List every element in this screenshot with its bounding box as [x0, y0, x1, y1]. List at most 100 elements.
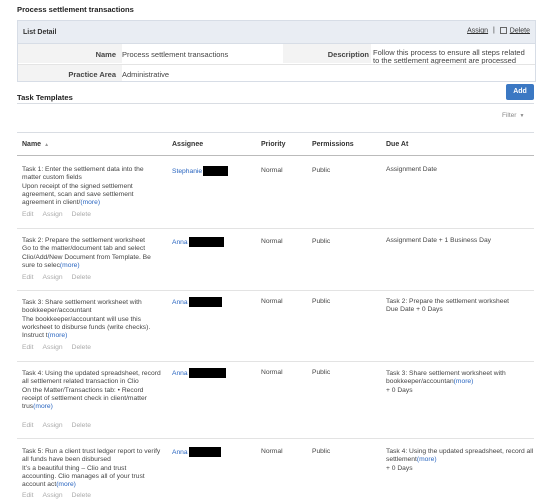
task-title: Task 2: Prepare the settlement worksheet — [22, 237, 146, 244]
assign-link[interactable]: Assign — [43, 492, 63, 499]
section-divider — [17, 103, 534, 104]
assignee-name: Stephanie — [172, 167, 203, 175]
row-divider — [17, 361, 534, 362]
assignee-name: Anna — [172, 298, 188, 306]
redaction-block — [188, 237, 224, 247]
row-divider — [17, 438, 534, 439]
task-body: Go to the matter/document tab and select… — [22, 245, 151, 269]
delete-link[interactable]: Delete — [72, 422, 91, 429]
task-body: It’s a beautiful thing – Clio and trust … — [22, 464, 145, 489]
permissions-value: Public — [312, 448, 331, 455]
permissions-value: Public — [312, 369, 331, 376]
row-actions: Edit Assign Delete — [22, 274, 100, 281]
list-detail-actions: Assign | Delete — [467, 27, 530, 34]
delete-link[interactable]: Delete — [72, 344, 91, 351]
due-at-value: Task 4: Using the updated spreadsheet, r… — [386, 448, 536, 473]
list-detail-panel: List Detail Assign | Delete Name Process… — [17, 20, 536, 82]
add-button[interactable]: Add — [506, 84, 534, 100]
priority-value: Normal — [261, 369, 283, 376]
assignee-name: Anna — [172, 369, 188, 377]
assign-link[interactable]: Assign — [43, 211, 63, 218]
task-title: Task 1: Enter the settlement data into t… — [22, 166, 144, 182]
redaction-block — [188, 447, 221, 457]
redaction-block — [188, 297, 222, 307]
header-divider — [17, 155, 534, 156]
priority-value: Normal — [261, 238, 283, 245]
detail-row-name: Name Process settlement transactions Des… — [18, 44, 535, 65]
caret-down-icon: ▼ — [519, 113, 525, 119]
row-actions: Edit Assign Delete — [22, 344, 100, 351]
column-header-label: Name — [22, 141, 42, 148]
task-description: Task 4: Using the updated spreadsheet, r… — [22, 370, 162, 411]
row-actions: Edit Assign Delete — [22, 422, 100, 429]
priority-value: Normal — [261, 298, 283, 305]
detail-row-practice: Practice Area Administrative — [18, 64, 535, 82]
row-divider — [17, 290, 534, 291]
edit-link[interactable]: Edit — [22, 422, 34, 429]
page-title: Process settlement transactions — [17, 5, 134, 14]
table-top-border — [17, 132, 534, 133]
due-main: Task 4: Using the updated spreadsheet, r… — [386, 448, 534, 464]
more-link[interactable]: (more) — [56, 481, 76, 488]
practice-area-label: Practice Area — [68, 70, 116, 79]
more-link[interactable]: (more) — [417, 456, 437, 463]
delete-link[interactable]: Delete — [72, 492, 91, 499]
priority-value: Normal — [261, 448, 283, 455]
more-link[interactable]: (more) — [33, 403, 53, 410]
permissions-value: Public — [312, 167, 331, 174]
delete-link[interactable]: Delete — [510, 27, 530, 34]
assign-link[interactable]: Assign — [467, 27, 488, 34]
due-main: Task 3: Share settlement worksheet with … — [386, 370, 506, 386]
column-header-priority: Priority — [261, 141, 286, 148]
task-description: Task 3: Share settlement worksheet with … — [22, 299, 162, 340]
practice-area-value: Administrative — [122, 70, 170, 79]
more-link[interactable]: (more) — [80, 199, 100, 206]
delete-link[interactable]: Delete — [72, 211, 91, 218]
due-at-value: Assignment Date + 1 Business Day — [386, 237, 536, 245]
edit-link[interactable]: Edit — [22, 492, 34, 499]
edit-link[interactable]: Edit — [22, 211, 34, 218]
action-separator: | — [493, 27, 495, 35]
more-link[interactable]: (more) — [60, 262, 80, 269]
due-at-value: Task 2: Prepare the settlement worksheet… — [386, 298, 536, 315]
assignee-link[interactable]: Stephanie — [172, 166, 229, 176]
task-description: Task 5: Run a client trust ledger report… — [22, 448, 162, 489]
row-actions: Edit Assign Delete — [22, 211, 100, 218]
task-body: Upon receipt of the signed settlement ag… — [22, 182, 134, 207]
task-description: Task 2: Prepare the settlement worksheet… — [22, 237, 162, 270]
delete-link[interactable]: Delete — [72, 274, 91, 281]
edit-link[interactable]: Edit — [22, 274, 34, 281]
assignee-name: Anna — [172, 448, 188, 456]
due-offset: + 0 Days — [386, 386, 413, 394]
permissions-value: Public — [312, 238, 331, 245]
assign-link[interactable]: Assign — [43, 274, 63, 281]
more-link[interactable]: (more) — [454, 378, 474, 385]
assignee-link[interactable]: Anna — [172, 368, 226, 378]
assignee-link[interactable]: Anna — [172, 297, 222, 307]
due-at-value: Task 3: Share settlement worksheet with … — [386, 370, 536, 395]
edit-link[interactable]: Edit — [22, 344, 34, 351]
column-header-assignee: Assignee — [172, 141, 204, 148]
task-title: Task 3: Share settlement worksheet with … — [22, 299, 142, 315]
name-label: Name — [95, 50, 116, 59]
list-detail-header: List Detail Assign | Delete — [18, 21, 535, 44]
task-title: Task 5: Run a client trust ledger report… — [22, 448, 161, 464]
task-body: The bookkeeper/accountant will use this … — [22, 315, 151, 340]
assign-link[interactable]: Assign — [43, 422, 63, 429]
assignee-link[interactable]: Anna — [172, 237, 224, 247]
assignee-link[interactable]: Anna — [172, 447, 221, 457]
more-link[interactable]: (more) — [48, 332, 68, 339]
description-label: Description — [327, 50, 369, 59]
filter-label: Filter — [502, 112, 517, 119]
row-divider — [17, 228, 534, 229]
task-title: Task 4: Using the updated spreadsheet, r… — [22, 370, 161, 386]
permissions-value: Public — [312, 298, 331, 305]
assignee-name: Anna — [172, 238, 188, 246]
column-header-name[interactable]: Name ▲ — [22, 141, 49, 148]
delete-icon[interactable] — [499, 27, 507, 34]
due-offset: + 0 Days — [386, 464, 413, 472]
filter-dropdown[interactable]: Filter ▼ — [502, 112, 524, 119]
assign-link[interactable]: Assign — [43, 344, 63, 351]
row-actions: Edit Assign Delete — [22, 492, 100, 499]
redaction-block — [188, 368, 226, 378]
